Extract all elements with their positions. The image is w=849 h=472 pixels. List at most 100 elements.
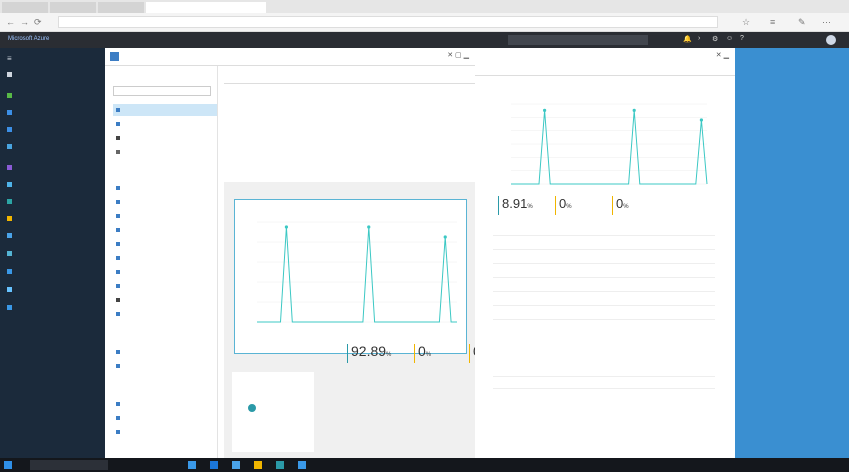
- settings-icon[interactable]: ⚙: [712, 35, 718, 43]
- sidebar-item[interactable]: [7, 93, 16, 98]
- data-point[interactable]: [699, 118, 703, 122]
- menu-item[interactable]: [113, 210, 217, 222]
- sidebar-item[interactable]: [7, 269, 16, 274]
- column-header[interactable]: [537, 221, 582, 236]
- menu-item[interactable]: [113, 266, 217, 278]
- new-tab-button[interactable]: [268, 2, 280, 13]
- shell-icon[interactable]: ›: [698, 35, 700, 42]
- cpu-chart-detail: [511, 103, 708, 185]
- menu-item[interactable]: [113, 280, 217, 292]
- cpu-chart-tile[interactable]: [234, 199, 467, 354]
- column-header[interactable]: [567, 364, 641, 377]
- menu-search-input[interactable]: [113, 86, 211, 96]
- edge-icon[interactable]: [210, 461, 218, 469]
- menu-item[interactable]: [113, 132, 217, 144]
- sidebar-item[interactable]: [7, 127, 16, 132]
- blade-controls[interactable]: ✕ ▢ ▁: [447, 51, 469, 59]
- avatar[interactable]: [826, 35, 836, 45]
- taskbar-app-icon[interactable]: [232, 461, 240, 469]
- table-row[interactable]: [493, 305, 715, 320]
- sidebar-item[interactable]: [7, 216, 16, 221]
- back-icon[interactable]: ←: [6, 17, 16, 27]
- nav-icon: [7, 251, 12, 256]
- favorite-icon[interactable]: ☆: [742, 17, 750, 28]
- series-line: [511, 110, 708, 185]
- browser-tab[interactable]: [98, 2, 144, 13]
- sidebar-item[interactable]: [7, 72, 16, 77]
- menu-icon: [116, 256, 120, 260]
- sidebar-item[interactable]: [7, 182, 16, 187]
- menu-item[interactable]: [113, 182, 217, 194]
- data-point[interactable]: [284, 225, 289, 229]
- menu-item[interactable]: [113, 398, 217, 410]
- sidebar-item[interactable]: [7, 251, 16, 256]
- table-row[interactable]: [493, 291, 715, 306]
- data-point[interactable]: [443, 235, 447, 239]
- table-row[interactable]: [493, 376, 715, 389]
- column-header[interactable]: [626, 221, 671, 236]
- column-header[interactable]: [670, 221, 715, 236]
- refresh-icon[interactable]: ⟳: [34, 17, 44, 28]
- sidebar-item[interactable]: [7, 144, 16, 149]
- overview-content: 92.89% 0% 0%: [224, 66, 486, 458]
- table-row[interactable]: [493, 235, 715, 250]
- browser-tab-active[interactable]: [146, 2, 266, 13]
- notifications-icon[interactable]: 🔔: [683, 35, 692, 43]
- nav-icon: [7, 182, 12, 187]
- nav-icon: [7, 305, 12, 310]
- table-row[interactable]: [493, 263, 715, 278]
- windows-start-icon[interactable]: [4, 461, 12, 469]
- data-point[interactable]: [367, 225, 371, 229]
- portal-brand[interactable]: Microsoft Azure: [8, 36, 49, 42]
- more-icon[interactable]: ⋯: [822, 17, 831, 28]
- feedback-icon[interactable]: ☺: [726, 35, 733, 42]
- hub-icon[interactable]: ≡: [770, 17, 775, 27]
- menu-item[interactable]: [113, 118, 217, 130]
- data-point[interactable]: [632, 108, 636, 112]
- stat-tile: 0%: [555, 196, 572, 215]
- menu-item[interactable]: [113, 294, 217, 306]
- help-icon[interactable]: ?: [740, 35, 744, 42]
- menu-item[interactable]: [113, 146, 217, 158]
- browser-tab[interactable]: [2, 2, 48, 13]
- browser-tab[interactable]: [50, 2, 96, 13]
- taskbar-search[interactable]: [30, 460, 108, 470]
- url-field[interactable]: [58, 16, 718, 28]
- menu-item-overview[interactable]: [113, 104, 217, 116]
- file-explorer-icon[interactable]: [254, 461, 262, 469]
- sidebar-item[interactable]: [7, 233, 16, 238]
- column-header[interactable]: [493, 364, 567, 377]
- menu-icon: [116, 402, 120, 406]
- sidebar-item[interactable]: [7, 199, 16, 204]
- menu-icon: [116, 430, 120, 434]
- taskbar-app-icon[interactable]: [298, 461, 306, 469]
- operations-card[interactable]: [232, 372, 314, 452]
- column-header[interactable]: [641, 364, 715, 377]
- data-point[interactable]: [543, 108, 547, 112]
- menu-item[interactable]: [113, 252, 217, 264]
- sidebar-item[interactable]: [7, 287, 16, 292]
- hamburger-icon[interactable]: ≡: [7, 54, 12, 63]
- column-header[interactable]: [493, 221, 538, 236]
- sidebar-item[interactable]: [7, 165, 16, 170]
- table-row[interactable]: [493, 249, 715, 264]
- menu-item[interactable]: [113, 412, 217, 424]
- blade-header: ✕ ▢ ▁: [105, 48, 475, 66]
- taskbar-app-icon[interactable]: [188, 461, 196, 469]
- forward-icon[interactable]: →: [20, 17, 30, 27]
- menu-item[interactable]: [113, 360, 217, 372]
- menu-item[interactable]: [113, 426, 217, 438]
- taskbar-app-icon[interactable]: [276, 461, 284, 469]
- table-row[interactable]: [493, 277, 715, 292]
- sidebar-item[interactable]: [7, 110, 16, 115]
- menu-item[interactable]: [113, 224, 217, 236]
- menu-item[interactable]: [113, 238, 217, 250]
- overview-icon: [116, 108, 120, 112]
- menu-item[interactable]: [113, 346, 217, 358]
- global-search-input[interactable]: [508, 35, 648, 45]
- notes-icon[interactable]: ✎: [798, 17, 806, 28]
- menu-item[interactable]: [113, 196, 217, 208]
- sidebar-item[interactable]: [7, 305, 16, 310]
- menu-item[interactable]: [113, 308, 217, 320]
- column-header[interactable]: [581, 221, 627, 236]
